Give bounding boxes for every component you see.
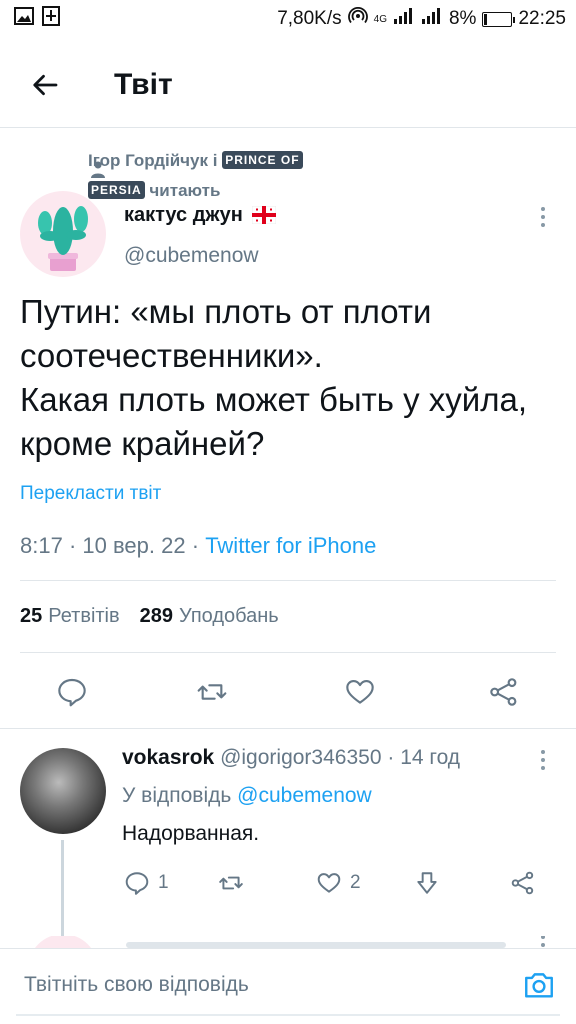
tweet-more-button[interactable] xyxy=(533,202,553,232)
retweets-stat[interactable]: 25 Ретвітів xyxy=(20,605,120,628)
reply-time: 14 год xyxy=(400,746,461,769)
social-context[interactable]: Ігор Гордійчук і PRINCE OF PERSIA читают… xyxy=(88,146,468,206)
like-button[interactable] xyxy=(338,670,382,714)
dot xyxy=(541,215,545,219)
tweet-date: 10 вер. 22 xyxy=(82,533,186,558)
author-handle[interactable]: @cubemenow xyxy=(124,244,259,268)
network-type: 4G xyxy=(373,13,387,25)
share-icon xyxy=(490,678,517,706)
reply-text: Надорванная. xyxy=(122,822,260,845)
next-reply-avatar xyxy=(28,936,98,948)
tweet-stats: 25 Ретвітів 289 Уподобань xyxy=(20,605,279,628)
composer-underline xyxy=(16,1014,560,1016)
stats-divider xyxy=(20,652,556,653)
reply-reply-button[interactable]: 1 xyxy=(124,866,169,900)
status-left xyxy=(14,6,60,32)
context-prefix: Ігор Гордійчук і xyxy=(88,151,218,170)
likes-count: 289 xyxy=(139,605,174,627)
camera-button[interactable] xyxy=(519,965,559,1005)
tweet-meta: 8:17 · 10 вер. 22 · Twitter for iPhone xyxy=(20,533,376,559)
reply-reply-count: 1 xyxy=(158,872,169,893)
retweet-button[interactable] xyxy=(190,670,234,714)
arrow-left-icon xyxy=(33,74,58,96)
download-notification-icon xyxy=(42,6,60,32)
back-button[interactable] xyxy=(16,55,76,115)
camera-icon xyxy=(525,973,553,998)
reply-like-button[interactable]: 2 xyxy=(316,866,361,900)
header-divider xyxy=(0,127,576,128)
reply-author-name[interactable]: vokasrok xyxy=(122,746,214,769)
next-reply-more-button[interactable] xyxy=(533,936,553,948)
retweets-label: Ретвітів xyxy=(48,605,120,627)
heart-icon xyxy=(346,680,374,704)
meta-divider xyxy=(20,580,556,581)
battery-icon xyxy=(482,11,516,27)
reply-share-button[interactable] xyxy=(510,866,536,900)
tweet-actions xyxy=(0,670,576,714)
comment-icon xyxy=(58,678,86,707)
meta-separator: · xyxy=(191,533,200,558)
thread-line xyxy=(61,840,64,936)
translate-tweet-link[interactable]: Перекласти твіт xyxy=(20,483,161,505)
arrow-down-icon xyxy=(417,872,437,894)
context-tile-name-2: PERSIA xyxy=(88,181,145,199)
reply-retweet-button[interactable] xyxy=(218,866,244,900)
author-avatar[interactable] xyxy=(20,191,106,277)
comment-icon xyxy=(125,872,149,895)
heart-icon xyxy=(317,873,341,893)
tweet-text: Путин: «мы плоть от плоти соотечественни… xyxy=(20,293,527,462)
cactus-avatar-icon xyxy=(38,206,88,271)
reply-like-count: 2 xyxy=(350,872,361,893)
signal-icon xyxy=(393,7,415,31)
context-tile-name: PRINCE OF xyxy=(222,151,303,169)
signal-2-icon xyxy=(421,7,443,31)
battery-percent: 8% xyxy=(448,8,477,29)
page-title: Твіт xyxy=(114,68,173,101)
actions-divider xyxy=(0,728,576,729)
status-right: 7,80K/s 4G 8% 22:25 xyxy=(277,6,566,32)
georgia-flag-icon xyxy=(252,205,277,230)
likes-stat[interactable]: 289 Уподобань xyxy=(140,605,279,628)
dot xyxy=(541,223,545,227)
likes-label: Уподобань xyxy=(179,605,279,627)
reply-header: vokasrok @igorigor346350 · 14 год xyxy=(122,746,460,770)
dot xyxy=(541,207,545,211)
network-speed: 7,80K/s xyxy=(277,8,342,29)
reply-author-handle[interactable]: @igorigor346350 xyxy=(220,746,381,769)
dot xyxy=(541,750,545,754)
dot xyxy=(541,943,545,947)
top-bar: Твіт xyxy=(0,48,576,122)
share-button[interactable] xyxy=(482,670,526,714)
next-reply-peek xyxy=(0,936,576,948)
reply-to-prefix: У відповідь xyxy=(122,784,232,807)
dot xyxy=(541,766,545,770)
reply-input[interactable]: Твітніть свою відповідь xyxy=(24,973,249,997)
status-bar: 7,80K/s 4G 8% 22:25 xyxy=(0,0,576,38)
image-notification-icon xyxy=(14,7,34,31)
reply-to-handle[interactable]: @cubemenow xyxy=(237,784,372,807)
share-icon xyxy=(511,871,534,895)
reply-downvote-button[interactable] xyxy=(414,866,440,900)
context-suffix: читають xyxy=(149,181,221,200)
meta-separator: · xyxy=(387,746,395,769)
clock: 22:25 xyxy=(518,8,566,29)
author-name[interactable]: кактус джун xyxy=(124,204,277,230)
retweet-icon xyxy=(219,876,243,890)
reply-composer: Твітніть свою відповідь xyxy=(0,948,576,1024)
retweet-icon xyxy=(197,684,227,700)
meta-separator: · xyxy=(68,533,77,558)
tweet-time: 8:17 xyxy=(20,533,63,558)
dot xyxy=(541,936,545,939)
reply-more-button[interactable] xyxy=(533,745,553,775)
author-name-text: кактус джун xyxy=(124,204,243,226)
retweets-count: 25 xyxy=(20,605,43,627)
tweet-source-link[interactable]: Twitter for iPhone xyxy=(205,533,376,558)
reply-context: У відповідь @cubemenow xyxy=(122,784,372,808)
dot xyxy=(541,758,545,762)
hotspot-icon xyxy=(347,6,368,32)
reply-avatar[interactable] xyxy=(20,748,106,834)
reply-button[interactable] xyxy=(50,670,94,714)
